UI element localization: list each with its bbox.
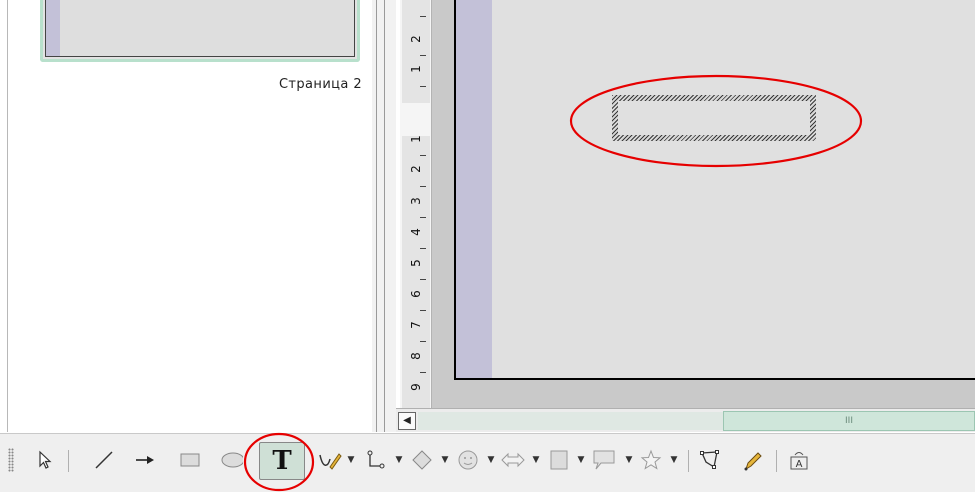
rectangle-icon[interactable] <box>177 446 203 474</box>
ruler-number: 9 <box>409 383 423 391</box>
toolbar-separator <box>688 450 689 472</box>
ruler-tick <box>420 248 426 249</box>
glue-points-icon[interactable] <box>740 446 766 474</box>
connector-dropdown[interactable]: ▼ <box>394 452 404 468</box>
ruler-number: 5 <box>409 259 423 267</box>
splitter-line <box>376 0 377 432</box>
symbol-shapes-icon[interactable] <box>455 446 481 474</box>
points-icon[interactable] <box>697 446 723 474</box>
block-arrows-icon[interactable] <box>500 446 526 474</box>
ruler-tick <box>420 86 426 87</box>
splitter-line <box>384 0 385 432</box>
svg-text:A: A <box>796 459 803 470</box>
slide-panel <box>0 0 372 432</box>
ruler-number: 1 <box>409 65 423 73</box>
ruler-tick <box>420 217 426 218</box>
ruler-tick <box>420 372 426 373</box>
ruler-number: 3 <box>409 197 423 205</box>
stars-dropdown[interactable]: ▼ <box>669 452 679 468</box>
ruler-tick <box>420 310 426 311</box>
ruler-number: 8 <box>409 352 423 360</box>
ruler-tick <box>420 55 426 56</box>
ellipse-icon[interactable] <box>218 446 244 474</box>
page-margin <box>456 0 492 378</box>
connector-icon[interactable] <box>363 446 389 474</box>
block-arrows-dropdown[interactable]: ▼ <box>531 452 541 468</box>
ruler-tick <box>420 279 426 280</box>
symbol-shapes-dropdown[interactable]: ▼ <box>486 452 496 468</box>
ruler-number: 7 <box>409 321 423 329</box>
slide-thumbnail[interactable] <box>40 0 360 62</box>
basic-shapes-icon[interactable] <box>409 446 435 474</box>
curve-icon[interactable] <box>317 446 343 474</box>
flowchart-icon[interactable] <box>546 446 572 474</box>
stars-icon[interactable] <box>638 446 664 474</box>
fontwork-icon[interactable]: A <box>786 446 812 474</box>
ruler-tick <box>420 186 426 187</box>
basic-shapes-dropdown[interactable]: ▼ <box>440 452 450 468</box>
select-arrow-icon[interactable] <box>32 446 58 474</box>
scroll-track[interactable] <box>418 412 723 430</box>
ruler-number: 1 <box>409 135 423 143</box>
ruler-tick <box>420 341 426 342</box>
line-arrow-icon[interactable] <box>132 446 158 474</box>
toolbar-grip-handle[interactable] <box>8 448 14 472</box>
ruler-tick <box>420 16 426 17</box>
text-icon[interactable]: T <box>259 442 305 480</box>
line-icon[interactable] <box>91 446 117 474</box>
scroll-left-button[interactable]: ◀ <box>398 412 416 430</box>
ruler-tick <box>420 155 426 156</box>
ruler-number: 2 <box>409 35 423 43</box>
ruler-number: 6 <box>409 290 423 298</box>
slide-thumbnail-page <box>45 0 355 57</box>
scroll-thumb[interactable]: III <box>723 411 975 431</box>
text-box-selection[interactable] <box>612 95 816 141</box>
ruler-number: 4 <box>409 228 423 236</box>
toolbar-separator <box>776 450 777 472</box>
ruler-number: 2 <box>409 165 423 173</box>
slide-page[interactable] <box>454 0 975 380</box>
panel-border <box>7 0 8 432</box>
callouts-dropdown[interactable]: ▼ <box>624 452 634 468</box>
toolbar-separator <box>68 450 69 472</box>
curve-dropdown[interactable]: ▼ <box>346 452 356 468</box>
slide-thumbnail-margin <box>46 0 60 56</box>
callouts-icon[interactable] <box>591 446 617 474</box>
flowchart-dropdown[interactable]: ▼ <box>576 452 586 468</box>
slide-thumbnail-label: Страница 2 <box>278 77 362 92</box>
